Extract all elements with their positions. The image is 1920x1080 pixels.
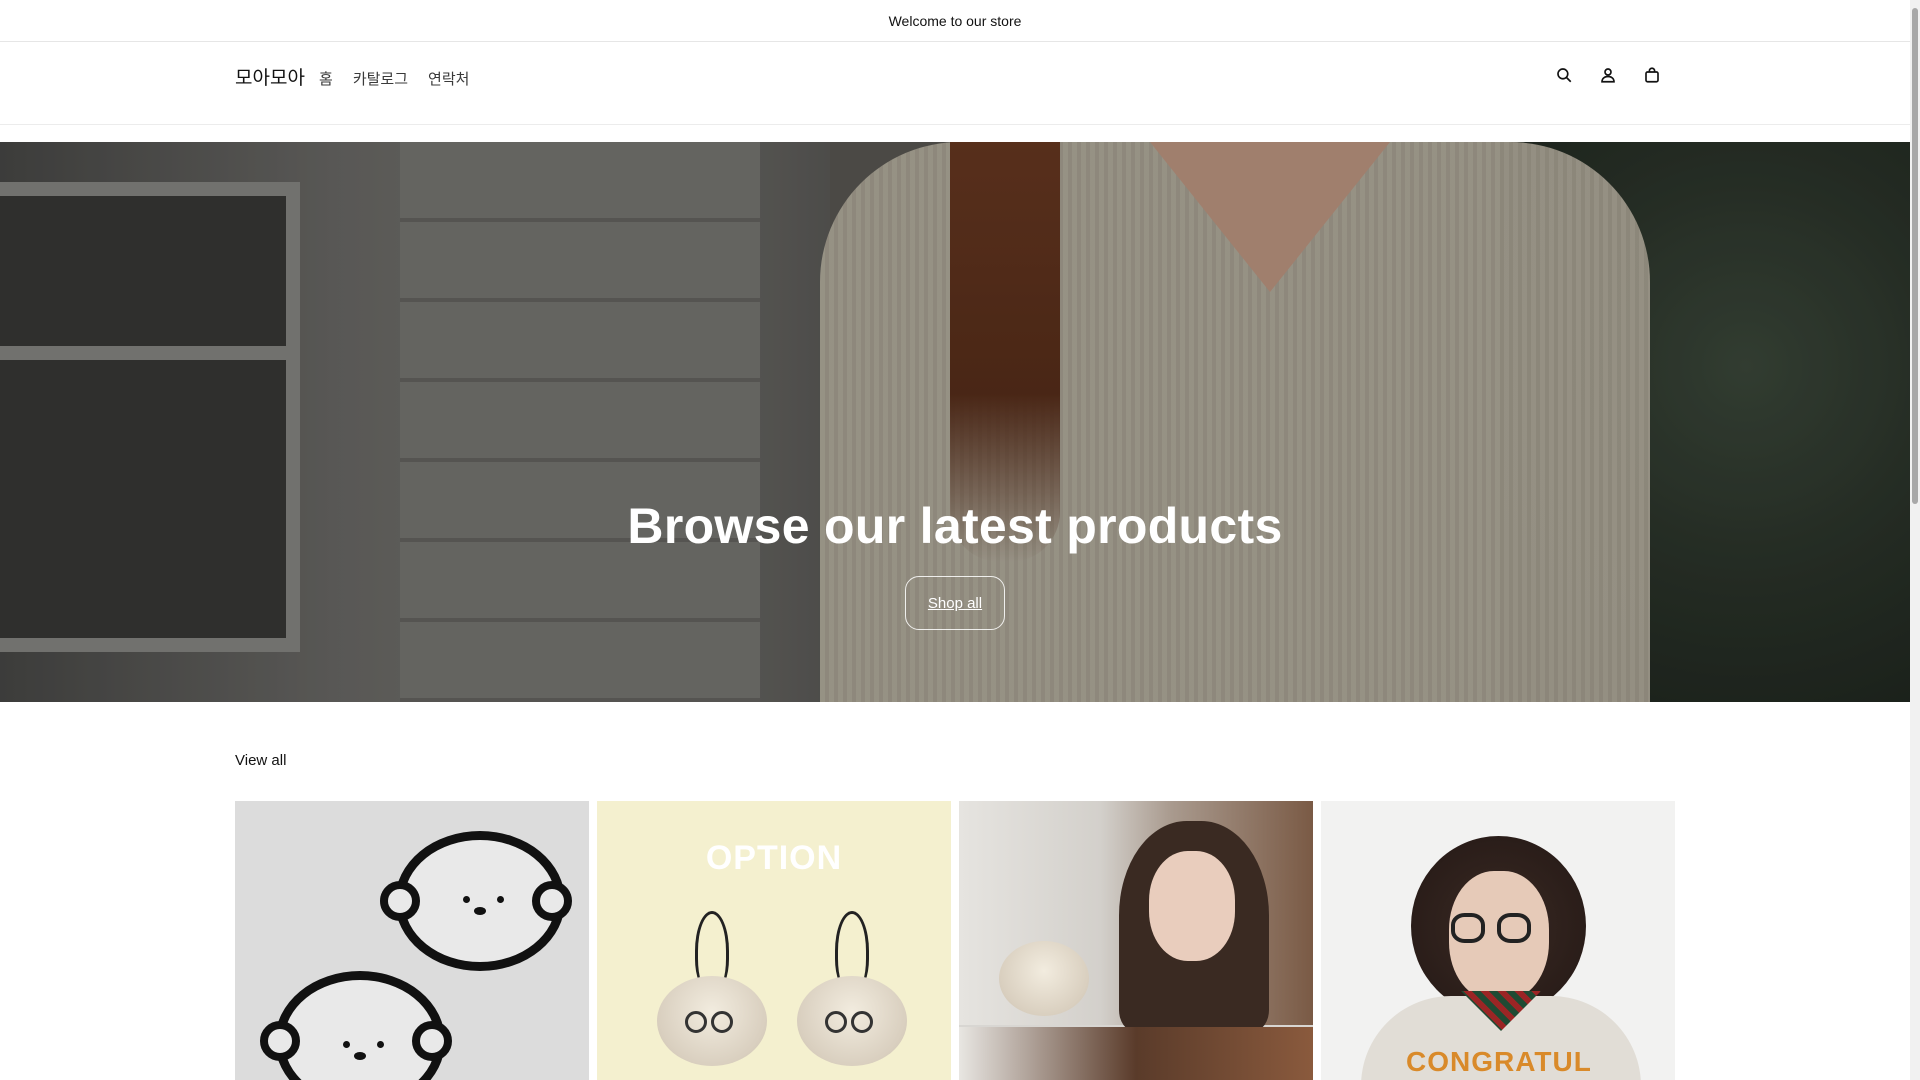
header-icons — [1553, 64, 1663, 86]
main-nav: 홈 카탈로그 연락처 — [319, 68, 469, 89]
account-icon[interactable] — [1597, 64, 1619, 86]
shop-all-button[interactable]: Shop all — [905, 576, 1005, 630]
hero-banner: Browse our latest products Shop all — [0, 142, 1910, 702]
product-card[interactable] — [235, 801, 589, 1080]
product-overlay-text: CONGRATUL — [1406, 1046, 1592, 1077]
product-card[interactable] — [959, 801, 1313, 1080]
product-overlay-text: OPTION — [705, 839, 843, 877]
announcement-bar: Welcome to our store — [0, 0, 1910, 42]
product-card[interactable]: CONGRATUL — [1321, 801, 1675, 1080]
storefront-page: Welcome to our store 모아모아 홈 카탈로그 연락처 Bro… — [0, 0, 1920, 1080]
store-logo[interactable]: 모아모아 — [235, 63, 305, 90]
nav-item-catalog[interactable]: 카탈로그 — [353, 68, 408, 89]
search-icon[interactable] — [1553, 64, 1575, 86]
site-header: 모아모아 홈 카탈로그 연락처 — [0, 43, 1910, 125]
product-card[interactable]: OPTION — [597, 801, 951, 1080]
scrollbar-thumb[interactable] — [1912, 8, 1918, 504]
cart-icon[interactable] — [1641, 64, 1663, 86]
view-all-link[interactable]: View all — [235, 752, 286, 769]
nav-item-contact[interactable]: 연락처 — [428, 68, 469, 89]
announcement-text: Welcome to our store — [888, 12, 1022, 29]
nav-item-home[interactable]: 홈 — [319, 68, 333, 89]
product-grid: OPTION CONGRATUL — [235, 801, 1675, 1080]
page-scrollbar[interactable] — [1910, 0, 1920, 1080]
hero-title: Browse our latest products — [627, 498, 1283, 554]
